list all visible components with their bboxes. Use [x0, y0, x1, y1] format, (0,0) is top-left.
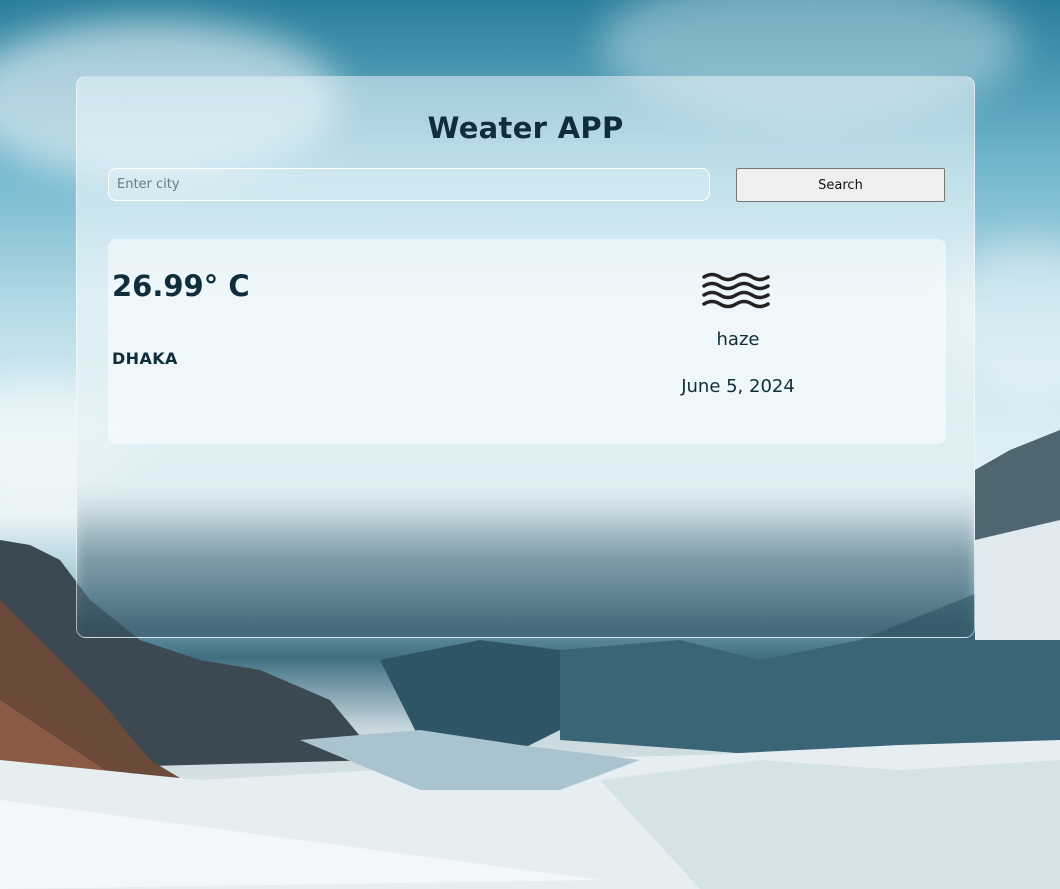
weather-description: haze — [716, 329, 760, 350]
city-name: DHAKA — [112, 349, 178, 368]
city-search-input[interactable] — [108, 168, 710, 201]
weather-result-panel: 26.99° C DHAKA haze June 5, 2024 — [108, 239, 946, 444]
card-blur-overlay — [77, 497, 974, 637]
haze-icon — [702, 271, 770, 313]
weather-date: June 5, 2024 — [681, 376, 795, 397]
temperature-value: 26.99° C — [112, 269, 250, 303]
search-button[interactable]: Search — [736, 168, 945, 202]
app-title: Weater APP — [427, 111, 624, 145]
weather-card: Weater APP Search 26.99° C DHAKA haze Ju… — [76, 76, 975, 638]
